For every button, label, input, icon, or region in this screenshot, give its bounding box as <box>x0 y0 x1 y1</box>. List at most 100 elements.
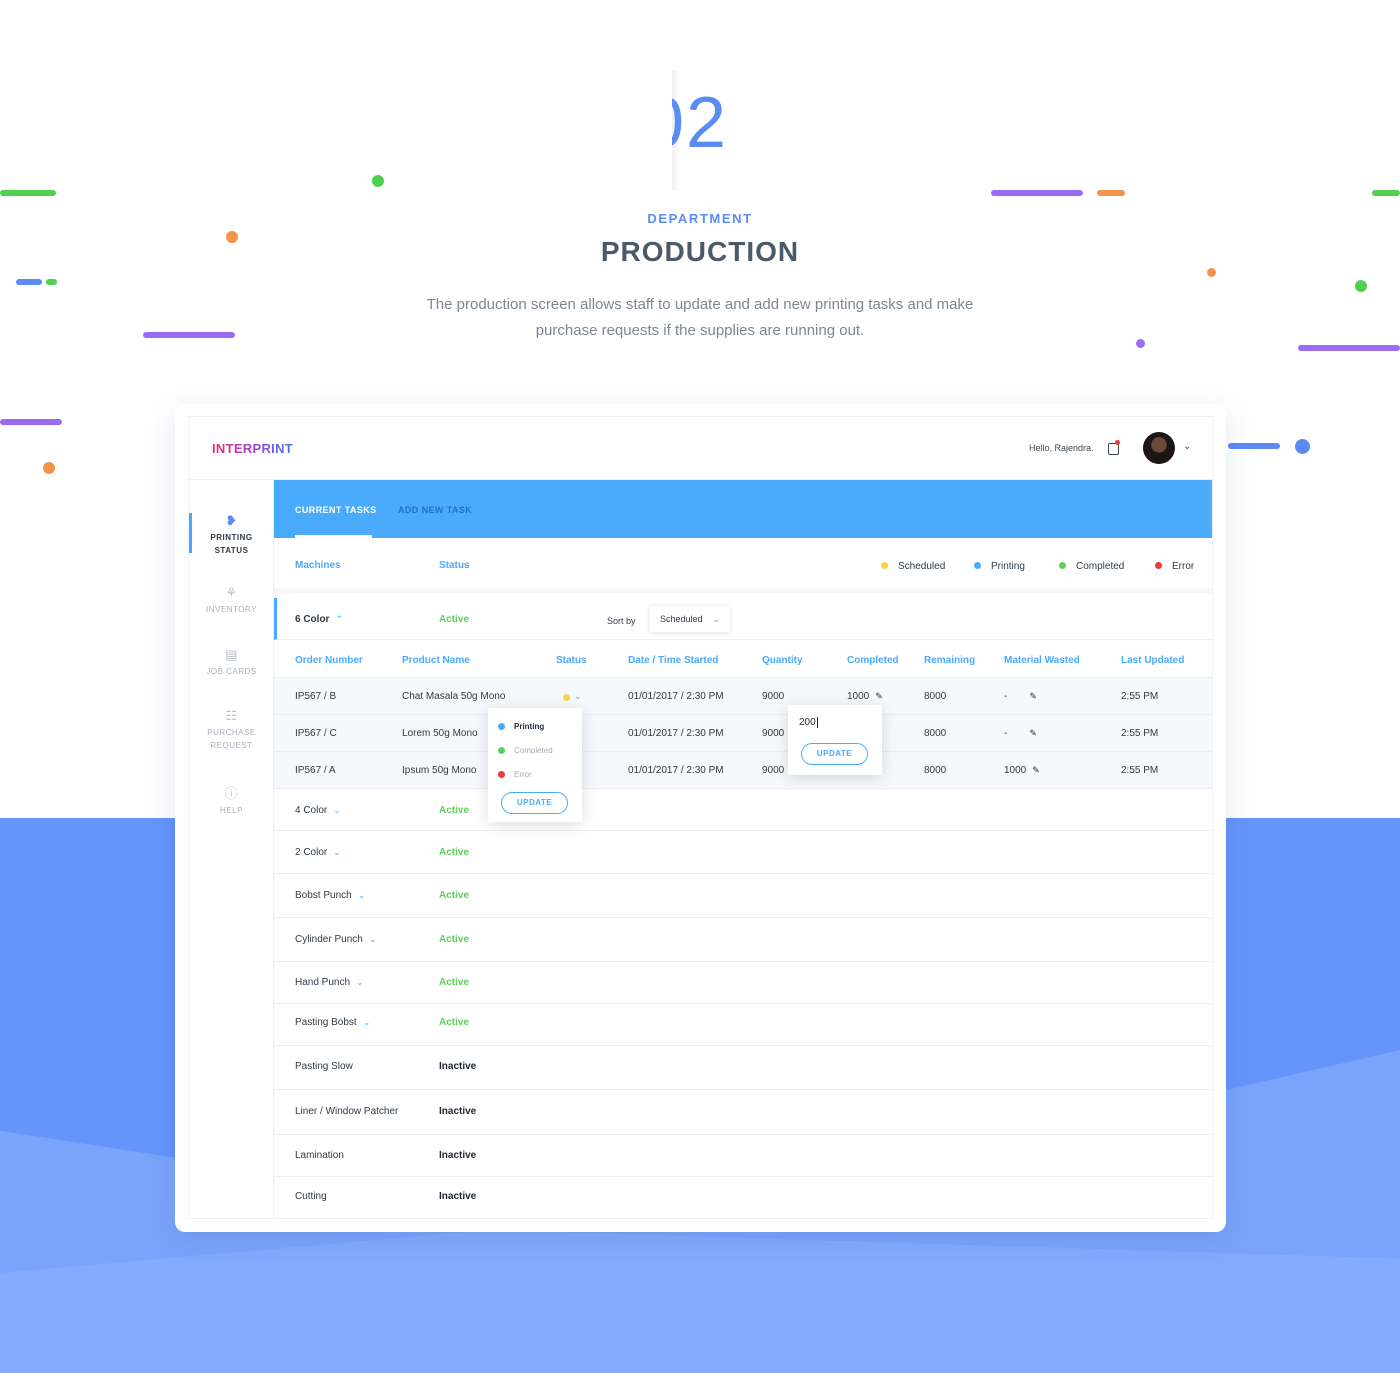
material-wasted-cell[interactable]: 1000 ✎ <box>1004 765 1040 776</box>
decor-dot <box>1207 268 1216 277</box>
tab-bar: CURRENT TASKS ADD NEW TASK <box>274 480 1212 538</box>
status-scheduled-indicator[interactable] <box>563 694 570 701</box>
top-bar: INTERPRINT Hello, Rajendra. ⌄ <box>189 417 1212 480</box>
column-header[interactable]: Remaining <box>924 655 975 666</box>
sidebar-item-help[interactable]: ⓘ HELP <box>189 787 274 817</box>
chevron-down-icon[interactable]: ⌄ <box>356 977 364 987</box>
machine-row[interactable]: Pasting Slow Inactive <box>274 1046 1212 1090</box>
machine-status: Active <box>439 977 470 988</box>
table-row[interactable]: IP567 / A Ipsum 50g Mono 01/01/2017 / 2:… <box>274 752 1212 789</box>
sort-select[interactable]: Scheduled ⌄ <box>650 606 730 632</box>
column-header[interactable]: Product Name <box>402 655 470 666</box>
pencil-icon[interactable]: ✎ <box>875 691 883 702</box>
decor-dash <box>46 279 57 285</box>
legend-completed: Completed <box>1059 561 1124 572</box>
machines-filter[interactable]: Machines <box>295 560 341 571</box>
chevron-down-icon[interactable]: ⌄ <box>333 805 341 815</box>
machine-row[interactable]: 2 Color ⌄ Active <box>274 831 1212 874</box>
column-header[interactable]: Quantity <box>762 655 803 666</box>
tab-current-tasks[interactable]: CURRENT TASKS <box>295 505 377 515</box>
chevron-down-icon[interactable]: ⌄ <box>358 890 366 900</box>
machine-status: Active <box>439 805 470 816</box>
status-option-error[interactable]: Error <box>498 770 532 779</box>
forklift-icon: ⚘ <box>225 585 238 600</box>
chevron-down-icon: ⌄ <box>712 614 720 624</box>
column-header[interactable]: Material Wasted <box>1004 655 1080 666</box>
column-header[interactable]: Status <box>556 655 587 666</box>
chevron-down-icon[interactable]: ⌄ <box>369 934 377 944</box>
machine-group-expanded[interactable]: 6 Color ⌃ Active Sort by Scheduled ⌄ <box>274 598 1212 640</box>
chevron-down-icon[interactable]: ⌄ <box>574 691 582 702</box>
machine-row[interactable]: Liner / Window Patcher Inactive <box>274 1090 1212 1135</box>
column-header[interactable]: Last Updated <box>1121 655 1184 666</box>
status-option-printing[interactable]: Printing <box>498 722 544 731</box>
sidebar-item-job-cards[interactable]: ▤ JOB CARDS <box>189 648 274 678</box>
machine-row[interactable]: 4 Color ⌄ Active <box>274 789 1212 831</box>
machine-row[interactable]: Hand Punch ⌄ Active <box>274 962 1212 1004</box>
printing-dot-icon <box>498 723 505 730</box>
sidebar-item-printing-status[interactable]: ❥ PRINTING STATUS <box>189 514 274 557</box>
app-logo[interactable]: INTERPRINT <box>212 441 293 456</box>
legend-error: Error <box>1155 561 1194 572</box>
completed-update-button[interactable]: UPDATE <box>801 743 868 765</box>
completed-input[interactable]: 200 <box>799 717 818 728</box>
sidebar-label: STATUS <box>214 546 249 555</box>
machine-row[interactable]: Cylinder Punch ⌄ Active <box>274 918 1212 962</box>
material-wasted-cell[interactable]: - ✎ <box>1004 691 1037 702</box>
quantity: 9000 <box>762 765 785 776</box>
product-name: Lorem 50g Mono <box>402 728 478 739</box>
status-update-button[interactable]: UPDATE <box>501 792 568 814</box>
completed-cell[interactable]: 1000 ✎ <box>847 691 883 702</box>
status-option-completed[interactable]: Completed <box>498 746 553 755</box>
error-dot-icon <box>498 771 505 778</box>
column-header[interactable]: Completed <box>847 655 899 666</box>
table-row[interactable]: IP567 / B Chat Masala 50g Mono ⌄ 01/01/2… <box>274 678 1212 715</box>
greeting: Hello, Rajendra. <box>1029 443 1094 453</box>
error-dot-icon <box>1155 562 1162 569</box>
chevron-down-icon[interactable]: ⌄ <box>333 847 341 857</box>
product-name: Chat Masala 50g Mono <box>402 691 506 702</box>
decor-dash <box>143 332 235 338</box>
tab-add-new-task[interactable]: ADD NEW TASK <box>398 505 472 515</box>
machine-status: Active <box>439 890 470 901</box>
machine-row[interactable]: Cutting Inactive <box>274 1177 1212 1218</box>
pencil-icon[interactable]: ✎ <box>1032 765 1040 776</box>
machine-name: 2 Color ⌄ <box>295 847 341 858</box>
section-eyebrow: DEPARTMENT <box>647 211 753 226</box>
machine-row[interactable]: Bobst Punch ⌄ Active <box>274 874 1212 918</box>
column-header[interactable]: Order Number <box>295 655 363 666</box>
machine-row[interactable]: Lamination Inactive <box>274 1135 1212 1177</box>
main-content: CURRENT TASKS ADD NEW TASK Machines Stat… <box>274 480 1212 1218</box>
sidebar-label: JOB CARDS <box>206 667 257 676</box>
chevron-down-icon[interactable]: ⌄ <box>1183 441 1191 452</box>
decor-dot <box>1136 339 1145 348</box>
table-row[interactable]: IP567 / C Lorem 50g Mono 01/01/2017 / 2:… <box>274 715 1212 752</box>
machine-name: 4 Color ⌄ <box>295 805 341 816</box>
pencil-icon[interactable]: ✎ <box>1029 691 1037 702</box>
decor-dot <box>1355 280 1367 292</box>
sidebar-item-inventory[interactable]: ⚘ INVENTORY <box>189 586 274 616</box>
document-icon: ▤ <box>225 647 238 662</box>
avatar[interactable] <box>1143 432 1175 464</box>
sidebar-label: HELP <box>220 806 243 815</box>
status-filter[interactable]: Status <box>439 560 470 571</box>
machine-status: Inactive <box>439 1061 477 1072</box>
chevron-down-icon[interactable]: ⌄ <box>363 1017 371 1027</box>
sidebar-label: REQUEST <box>210 741 253 750</box>
last-updated: 2:55 PM <box>1121 691 1159 702</box>
completed-dot-icon <box>1059 562 1066 569</box>
quantity: 9000 <box>762 728 785 739</box>
machine-name: Liner / Window Patcher <box>295 1106 399 1117</box>
orders-table-header: Order Number Product Name Status Date / … <box>274 640 1212 678</box>
material-wasted-cell[interactable]: - ✎ <box>1004 728 1037 739</box>
order-number: IP567 / C <box>295 728 337 739</box>
sidebar-item-purchase-request[interactable]: ☷ PURCHASE REQUEST <box>189 709 274 752</box>
chevron-up-icon[interactable]: ⌃ <box>335 614 343 624</box>
section-title: PRODUCTION <box>600 236 800 267</box>
column-header[interactable]: Date / Time Started <box>628 655 718 666</box>
decor-dash <box>991 190 1083 196</box>
machine-row[interactable]: Pasting Bobst ⌄ Active <box>274 1004 1212 1046</box>
legend-scheduled: Scheduled <box>881 561 945 572</box>
pencil-icon[interactable]: ✎ <box>1029 728 1037 739</box>
help-icon: ⓘ <box>224 786 239 801</box>
